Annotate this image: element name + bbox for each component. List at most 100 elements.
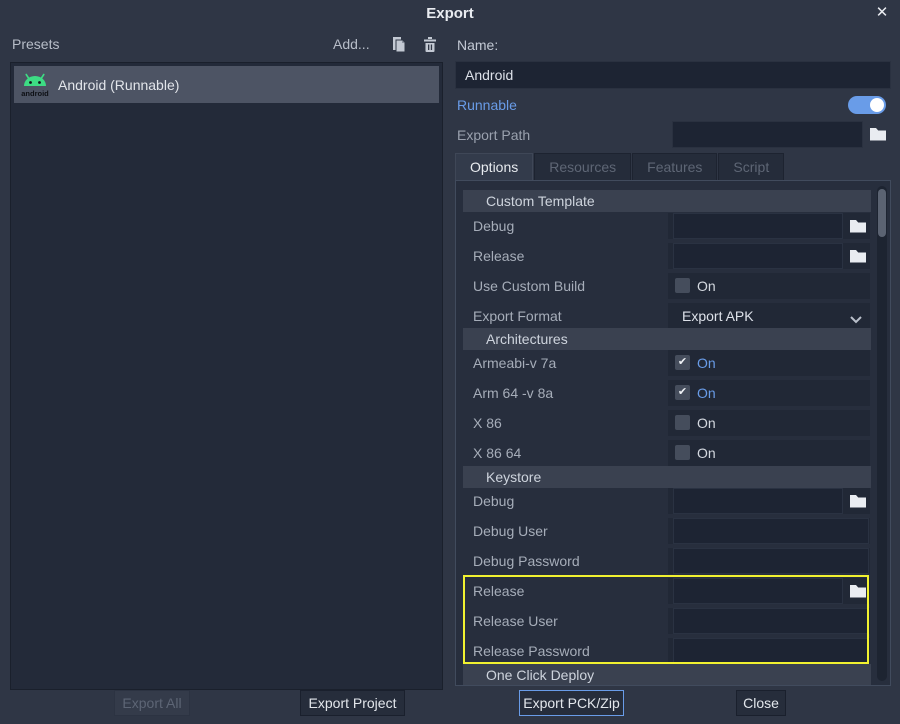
option-row: X 86 On <box>456 408 890 438</box>
add-preset-button[interactable]: Add... <box>333 36 370 52</box>
delete-icon[interactable] <box>421 36 439 54</box>
option-editor <box>668 638 870 664</box>
option-label: X 86 <box>473 408 502 438</box>
checkbox[interactable] <box>675 278 690 293</box>
folder-icon[interactable] <box>848 582 868 600</box>
preset-item-label: Android (Runnable) <box>58 77 179 93</box>
option-label: Release Password <box>473 636 590 666</box>
tab-options[interactable]: Options <box>455 153 533 180</box>
option-label: Release <box>473 241 524 271</box>
close-icon[interactable]: ✕ <box>872 3 892 23</box>
folder-icon[interactable] <box>848 247 868 265</box>
option-label: Use Custom Build <box>473 271 585 301</box>
android-icon: android <box>19 69 51 101</box>
section-label: Keystore <box>486 466 871 488</box>
option-editor: On <box>668 410 870 436</box>
option-editor <box>668 213 870 239</box>
option-editor <box>668 608 870 634</box>
section-label: Architectures <box>486 328 871 350</box>
chevron-down-icon <box>850 311 862 329</box>
folder-icon[interactable] <box>848 217 868 235</box>
dropdown[interactable]: Export APK <box>668 303 870 329</box>
section-header: Keystore <box>463 466 871 488</box>
option-row: Debug User <box>456 516 890 546</box>
checkbox-label: On <box>697 410 716 436</box>
presets-label: Presets <box>12 36 59 52</box>
tab-resources[interactable]: Resources <box>534 153 631 180</box>
preset-list: android Android (Runnable) <box>10 62 443 690</box>
export-dialog: Export ✕ Presets Add... <box>0 0 900 724</box>
option-editor: On <box>668 440 870 466</box>
checkbox[interactable] <box>675 415 690 430</box>
dialog-title: Export <box>0 5 900 22</box>
runnable-toggle[interactable] <box>848 96 886 114</box>
folder-icon[interactable] <box>868 125 888 143</box>
export-path-input[interactable] <box>672 121 863 148</box>
option-editor: ✔ On <box>668 380 870 406</box>
option-row: Release User <box>456 606 890 636</box>
option-label: Armeabi-v 7a <box>473 348 556 378</box>
folder-icon[interactable] <box>848 492 868 510</box>
option-row: Release <box>456 241 890 271</box>
option-editor <box>668 488 870 514</box>
option-row: Arm 64 -v 8a ✔ On <box>456 378 890 408</box>
option-label: Release <box>473 576 524 606</box>
dropdown-value: Export APK <box>682 303 754 329</box>
option-editor: On <box>668 273 870 299</box>
option-row: Export Format Export APK <box>456 301 890 331</box>
checkbox-label: On <box>697 440 716 466</box>
checkbox-label: On <box>697 273 716 299</box>
option-label: Release User <box>473 606 558 636</box>
section-header: Architectures <box>463 328 871 350</box>
tab-features[interactable]: Features <box>632 153 717 180</box>
checkbox[interactable]: ✔ <box>675 385 690 400</box>
option-label: Debug User <box>473 516 548 546</box>
tab-script[interactable]: Script <box>718 153 784 180</box>
section-header: Custom Template <box>463 190 871 212</box>
text-input[interactable] <box>673 243 843 269</box>
checkbox[interactable]: ✔ <box>675 355 690 370</box>
toggle-knob <box>870 98 884 112</box>
options-scrollbar[interactable] <box>877 186 887 681</box>
text-input[interactable] <box>673 638 869 664</box>
text-input[interactable] <box>673 578 843 604</box>
checkbox-label: On <box>697 380 716 406</box>
option-label: Debug <box>473 211 514 241</box>
name-input[interactable]: Android <box>455 61 891 89</box>
option-row: Use Custom Build On <box>456 271 890 301</box>
option-label: Arm 64 -v 8a <box>473 378 553 408</box>
runnable-link[interactable]: Runnable <box>457 97 517 113</box>
export-project-button[interactable]: Export Project <box>300 690 405 716</box>
text-input[interactable] <box>673 213 843 239</box>
option-editor <box>668 578 870 604</box>
name-label: Name: <box>457 37 498 53</box>
options-panel: Custom TemplateDebugReleaseUse Custom Bu… <box>455 180 891 686</box>
checkbox[interactable] <box>675 445 690 460</box>
option-row: Release Password <box>456 636 890 666</box>
section-header: One Click Deploy <box>463 664 871 686</box>
section-label: Custom Template <box>486 190 871 212</box>
option-row: Debug Password <box>456 546 890 576</box>
option-editor <box>668 548 870 574</box>
option-row: X 86 64 On <box>456 438 890 468</box>
close-button[interactable]: Close <box>736 690 786 716</box>
scrollbar-thumb[interactable] <box>878 189 886 237</box>
svg-text:android: android <box>21 89 49 98</box>
option-label: X 86 64 <box>473 438 521 468</box>
option-row: Debug <box>456 211 890 241</box>
option-label: Debug <box>473 486 514 516</box>
export-all-button: Export All <box>114 690 190 716</box>
duplicate-icon[interactable] <box>390 36 408 54</box>
option-label: Export Format <box>473 301 562 331</box>
tabs: OptionsResourcesFeaturesScript <box>455 153 785 180</box>
option-label: Debug Password <box>473 546 580 576</box>
export-path-label: Export Path <box>457 127 530 143</box>
text-input[interactable] <box>673 548 869 574</box>
option-editor: ✔On <box>668 350 870 376</box>
option-editor <box>668 518 870 544</box>
text-input[interactable] <box>673 488 843 514</box>
export-pck-zip-button[interactable]: Export PCK/Zip <box>519 690 624 716</box>
text-input[interactable] <box>673 518 869 544</box>
preset-item-android[interactable]: android Android (Runnable) <box>14 66 439 103</box>
text-input[interactable] <box>673 608 869 634</box>
